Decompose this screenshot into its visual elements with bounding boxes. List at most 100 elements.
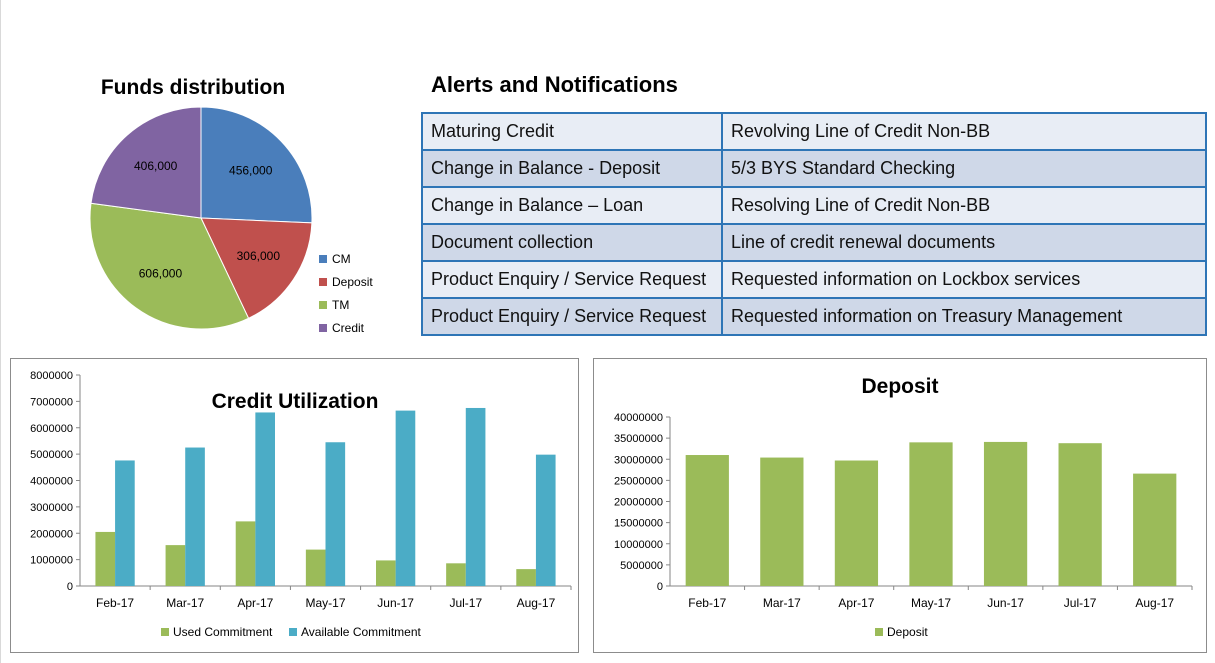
- legend-label: Deposit: [332, 275, 373, 289]
- pie-legend: CM Deposit TM Credit: [319, 252, 373, 335]
- legend-label: TM: [332, 298, 349, 312]
- deposit-chart-title: Deposit: [861, 375, 938, 398]
- legend-label: Used Commitment: [173, 625, 273, 639]
- alert-detail-cell: Revolving Line of Credit Non-BB: [721, 112, 1207, 151]
- x-tick-label: May-17: [911, 596, 951, 610]
- bar-deposit: [685, 455, 729, 586]
- y-tick-label: 0: [67, 581, 73, 593]
- y-tick-label: 2000000: [30, 528, 73, 540]
- credit-utilization-chart: Credit Utilization 0 1000000 2000000 300000…: [30, 370, 572, 639]
- alerts-table: Maturing Credit Revolving Line of Credit…: [421, 112, 1207, 336]
- x-tick-label: Aug-17: [1135, 596, 1174, 610]
- y-tick-label: 7000000: [30, 396, 73, 408]
- y-tick-label: 35000000: [614, 433, 663, 445]
- alerts-title: Alerts and Notifications: [431, 72, 678, 97]
- bar-used-commitment: [305, 549, 326, 586]
- y-tick-label: 40000000: [614, 412, 663, 424]
- table-row[interactable]: Product Enquiry / Service Request Reques…: [421, 297, 1207, 336]
- x-tick-label: Mar-17: [763, 596, 801, 610]
- x-tick-label: May-17: [305, 596, 345, 610]
- pie-data-label: 606,000: [139, 267, 183, 281]
- deposit-panel: Deposit 0 5000000 10000000 15000000 20000000…: [593, 358, 1207, 653]
- x-tick-label: Aug-17: [517, 596, 556, 610]
- x-tick-label: Jun-17: [377, 596, 414, 610]
- alert-type-cell: Maturing Credit: [421, 112, 723, 151]
- legend-swatch: [319, 278, 327, 286]
- x-tick-label: Jul-17: [449, 596, 482, 610]
- alert-type-cell: Document collection: [421, 223, 723, 262]
- x-tick-label: Jul-17: [1064, 596, 1097, 610]
- y-tick-label: 5000000: [620, 560, 663, 572]
- bar-used-commitment: [95, 531, 116, 586]
- alert-type-cell: Product Enquiry / Service Request: [421, 260, 723, 299]
- pie-chart-title: Funds distribution: [101, 76, 285, 99]
- legend-swatch: [161, 628, 169, 636]
- bar-available-commitment: [325, 442, 346, 586]
- y-tick-label: 6000000: [30, 423, 73, 435]
- alert-type-cell: Change in Balance - Deposit: [421, 149, 723, 188]
- bar-deposit: [1133, 473, 1177, 586]
- legend-swatch: [875, 628, 883, 636]
- bar-available-commitment: [535, 454, 556, 586]
- y-tick-label: 15000000: [614, 518, 663, 530]
- y-tick-label: 10000000: [614, 539, 663, 551]
- y-tick-label: 8000000: [30, 370, 73, 382]
- bar-available-commitment: [395, 410, 416, 586]
- credit-chart-title: Credit Utilization: [212, 390, 379, 413]
- bar-used-commitment: [446, 563, 466, 586]
- x-tick-label: Mar-17: [166, 596, 204, 610]
- bar-deposit: [1058, 443, 1102, 586]
- bar-deposit: [834, 460, 879, 586]
- y-tick-label: 0: [657, 581, 663, 593]
- bar-deposit: [909, 442, 953, 586]
- bar-used-commitment: [235, 521, 256, 586]
- legend-label: CM: [332, 252, 351, 266]
- credit-utilization-panel: Credit Utilization 0 1000000 2000000 300000…: [10, 358, 579, 653]
- bar-used-commitment: [376, 560, 396, 586]
- x-tick-label: Feb-17: [96, 596, 134, 610]
- bar-deposit: [983, 441, 1028, 586]
- bar-available-commitment: [255, 412, 275, 586]
- legend-label: Available Commitment: [301, 625, 421, 639]
- bar-available-commitment: [115, 460, 135, 586]
- bar-used-commitment: [516, 569, 536, 586]
- y-tick-label: 3000000: [30, 502, 73, 514]
- legend-swatch: [319, 324, 327, 332]
- x-tick-label: Apr-17: [237, 596, 273, 610]
- y-tick-label: 20000000: [614, 497, 663, 509]
- pie-data-label: 456,000: [229, 163, 273, 177]
- y-tick-label: 4000000: [30, 476, 73, 488]
- bar-used-commitment: [165, 545, 186, 586]
- y-tick-label: 30000000: [614, 454, 663, 466]
- bar-available-commitment: [185, 447, 205, 586]
- deposit-chart: Deposit 0 5000000 10000000 15000000 20000000…: [614, 375, 1193, 639]
- y-tick-label: 1000000: [30, 555, 73, 567]
- funds-distribution-chart: Funds distribution 456,000 306,000 606,000…: [89, 76, 373, 335]
- legend-swatch: [289, 628, 297, 636]
- table-row[interactable]: Document collection Line of credit renew…: [421, 223, 1207, 262]
- legend-label: Deposit: [887, 625, 928, 639]
- y-tick-label: 5000000: [30, 449, 73, 461]
- bar-deposit: [760, 457, 804, 586]
- alert-detail-cell: 5/3 BYS Standard Checking: [721, 149, 1207, 188]
- legend-swatch: [319, 255, 327, 263]
- alert-detail-cell: Requested information on Lockbox service…: [721, 260, 1207, 299]
- table-row[interactable]: Change in Balance - Deposit 5/3 BYS Stan…: [421, 149, 1207, 188]
- table-row[interactable]: Change in Balance – Loan Resolving Line …: [421, 186, 1207, 225]
- bar-available-commitment: [465, 407, 486, 586]
- y-tick-label: 25000000: [614, 475, 663, 487]
- alert-detail-cell: Line of credit renewal documents: [721, 223, 1207, 262]
- x-tick-label: Apr-17: [838, 596, 874, 610]
- alert-detail-cell: Requested information on Treasury Manage…: [721, 297, 1207, 336]
- table-row[interactable]: Maturing Credit Revolving Line of Credit…: [421, 112, 1207, 151]
- legend-swatch: [319, 301, 327, 309]
- alert-type-cell: Change in Balance – Loan: [421, 186, 723, 225]
- x-tick-label: Jun-17: [987, 596, 1024, 610]
- table-row[interactable]: Product Enquiry / Service Request Reques…: [421, 260, 1207, 299]
- alert-detail-cell: Resolving Line of Credit Non-BB: [721, 186, 1207, 225]
- pie-data-label: 306,000: [237, 249, 281, 263]
- pie-slices: [89, 106, 313, 330]
- alert-type-cell: Product Enquiry / Service Request: [421, 297, 723, 336]
- x-tick-label: Feb-17: [688, 596, 726, 610]
- pie-data-label: 406,000: [134, 159, 178, 173]
